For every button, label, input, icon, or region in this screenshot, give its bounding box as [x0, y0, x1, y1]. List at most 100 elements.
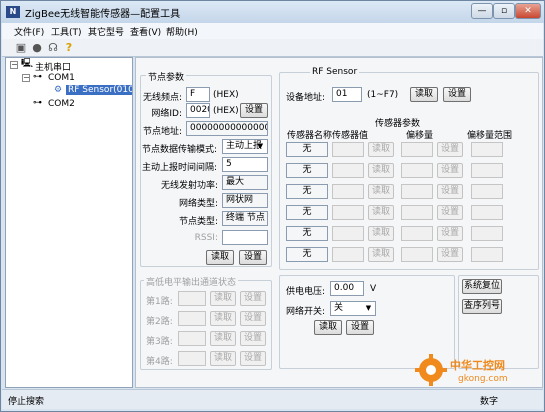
power-value: 最大: [222, 175, 268, 190]
menu-tools[interactable]: 工具(T): [51, 25, 82, 38]
channel-2-set-button[interactable]: 设置: [240, 311, 266, 326]
rssi-label: RSSI:: [194, 233, 218, 243]
output-channels-legend: 高低电平输出通道状态: [144, 275, 239, 288]
menu-view[interactable]: 查看(V): [130, 25, 161, 38]
sensor-6-set-button[interactable]: 设置: [437, 247, 463, 262]
menu-other-models[interactable]: 其它型号: [88, 25, 124, 38]
netid-input[interactable]: 0020: [186, 103, 210, 118]
nettype-label: 网络类型:: [178, 199, 218, 209]
sensor-3-set-button[interactable]: 设置: [437, 184, 463, 199]
channel-1-set-button[interactable]: 设置: [240, 291, 266, 306]
rssi-value: [222, 230, 268, 245]
system-reset-button[interactable]: 系统复位: [462, 279, 502, 294]
voltage-unit: V: [370, 284, 377, 294]
sensor-4-set-button[interactable]: 设置: [437, 205, 463, 220]
collapse-com1-icon[interactable]: −: [22, 74, 30, 82]
sensor-6-value: [332, 247, 364, 262]
tree-node-com2[interactable]: COM2: [48, 99, 75, 109]
net-switch-value: 关: [334, 303, 344, 313]
sensor-icon: ⚙: [54, 85, 63, 95]
freq-input[interactable]: F: [186, 87, 210, 102]
record-icon[interactable]: ●: [30, 41, 44, 55]
channel-1-label: 第1路:: [146, 297, 173, 307]
device-addr-input[interactable]: 01: [332, 87, 362, 102]
query-serial-button[interactable]: 查序列号: [462, 299, 502, 314]
serial-port-icon: ⊶: [33, 98, 42, 108]
power-read-button[interactable]: 读取: [314, 320, 342, 335]
satellite-icon[interactable]: ☊: [46, 41, 60, 55]
channel-1-read-button[interactable]: 读取: [210, 291, 236, 306]
sensor-5-name: 无: [286, 226, 328, 241]
voltage-value: 0.00: [330, 281, 364, 296]
node-addr-value: 0000000000000000: [186, 121, 268, 136]
power-label: 无线发射功率:: [160, 181, 218, 191]
sensor-3-read-button[interactable]: 读取: [368, 184, 394, 199]
device-addr-range: (1~F7): [367, 90, 399, 100]
menu-bar: 文件(F) 工具(T) 其它型号 查看(V) 帮助(H): [2, 23, 543, 39]
power-set-button[interactable]: 设置: [346, 320, 374, 335]
sensor-2-name: 无: [286, 163, 328, 178]
sensor-5-set-button[interactable]: 设置: [437, 226, 463, 241]
sensor-1-read-button[interactable]: 读取: [368, 142, 394, 157]
sensor-2-value: [332, 163, 364, 178]
rf-sensor-legend: RF Sensor: [310, 67, 360, 77]
channel-4-read-button[interactable]: 读取: [210, 351, 236, 366]
tree-node-com1[interactable]: COM1: [48, 73, 75, 83]
chevron-down-icon: ▼: [365, 304, 372, 312]
device-addr-label: 设备地址:: [286, 93, 326, 103]
sensor-4-read-button[interactable]: 读取: [368, 205, 394, 220]
voltage-label: 供电电压:: [286, 287, 326, 297]
menu-help[interactable]: 帮助(H): [166, 25, 198, 38]
channel-1-value: [178, 291, 206, 306]
channel-3-label: 第3路:: [146, 337, 173, 347]
screen-icon[interactable]: ▣: [14, 41, 28, 55]
sensor-6-name: 无: [286, 247, 328, 262]
tree-node-rf-sensor[interactable]: RF Sensor(01096: [66, 85, 132, 95]
sensor-2-set-button[interactable]: 设置: [437, 163, 463, 178]
col-sensor-name: 传感器名称: [287, 131, 333, 141]
node-set-button[interactable]: 设置: [239, 250, 267, 265]
help-icon[interactable]: ?: [62, 41, 76, 55]
gear-logo-icon: [415, 354, 447, 386]
title-bar[interactable]: N ZigBee无线智能传感器—配置工具 — ▫ ✕: [1, 1, 544, 23]
device-tree[interactable]: − 🖳 主机串口 − ⊶ COM1 ⚙ RF Sensor(01096 ⊶ CO…: [5, 57, 133, 388]
freq-unit: (HEX): [213, 90, 239, 100]
sensor-1-set-button[interactable]: 设置: [437, 142, 463, 157]
restore-button[interactable]: ▫: [493, 3, 515, 19]
col-sensor-value: 传感器值: [332, 131, 369, 141]
sensor-5-read-button[interactable]: 读取: [368, 226, 394, 241]
net-switch-select[interactable]: 关 ▼: [330, 301, 376, 316]
interval-label: 主动上报时间间隔:: [142, 163, 218, 173]
channel-2-read-button[interactable]: 读取: [210, 311, 236, 326]
menu-file[interactable]: 文件(F): [14, 25, 44, 38]
mode-label: 节点数据传输模式:: [142, 145, 218, 155]
node-addr-label: 节点地址:: [142, 127, 182, 137]
sensor-4-offset: [401, 205, 433, 220]
channel-3-read-button[interactable]: 读取: [210, 331, 236, 346]
netid-set-button[interactable]: 设置: [240, 103, 268, 118]
sensor-4-name: 无: [286, 205, 328, 220]
watermark-url: gkong.com: [458, 374, 508, 384]
collapse-root-icon[interactable]: −: [10, 61, 18, 69]
sensor-6-read-button[interactable]: 读取: [368, 247, 394, 262]
status-bar: 停止搜索 数字: [2, 389, 543, 409]
config-panel: 节点参数 无线频点: F (HEX) 网络ID: 0020 (HEX) 设置 节…: [135, 57, 543, 388]
freq-label: 无线频点:: [142, 93, 182, 103]
sensor-3-offset: [401, 184, 433, 199]
minimize-button[interactable]: —: [471, 3, 493, 19]
computer-icon: 🖳: [21, 59, 34, 69]
close-button[interactable]: ✕: [515, 3, 541, 19]
node-read-button[interactable]: 读取: [206, 250, 234, 265]
mode-select[interactable]: 主动上报 ▼: [222, 139, 268, 154]
channel-3-set-button[interactable]: 设置: [240, 331, 266, 346]
interval-input[interactable]: 5: [222, 157, 268, 172]
sensor-1-offset-range: [471, 142, 503, 157]
channel-4-set-button[interactable]: 设置: [240, 351, 266, 366]
sensor-1-offset: [401, 142, 433, 157]
sensor-2-read-button[interactable]: 读取: [368, 163, 394, 178]
device-read-button[interactable]: 读取: [410, 87, 438, 102]
watermark-logo: 中华工控网 gkong.com: [414, 353, 542, 389]
channel-4-label: 第4路:: [146, 357, 173, 367]
device-set-button[interactable]: 设置: [443, 87, 471, 102]
nodetype-label: 节点类型:: [178, 217, 218, 227]
